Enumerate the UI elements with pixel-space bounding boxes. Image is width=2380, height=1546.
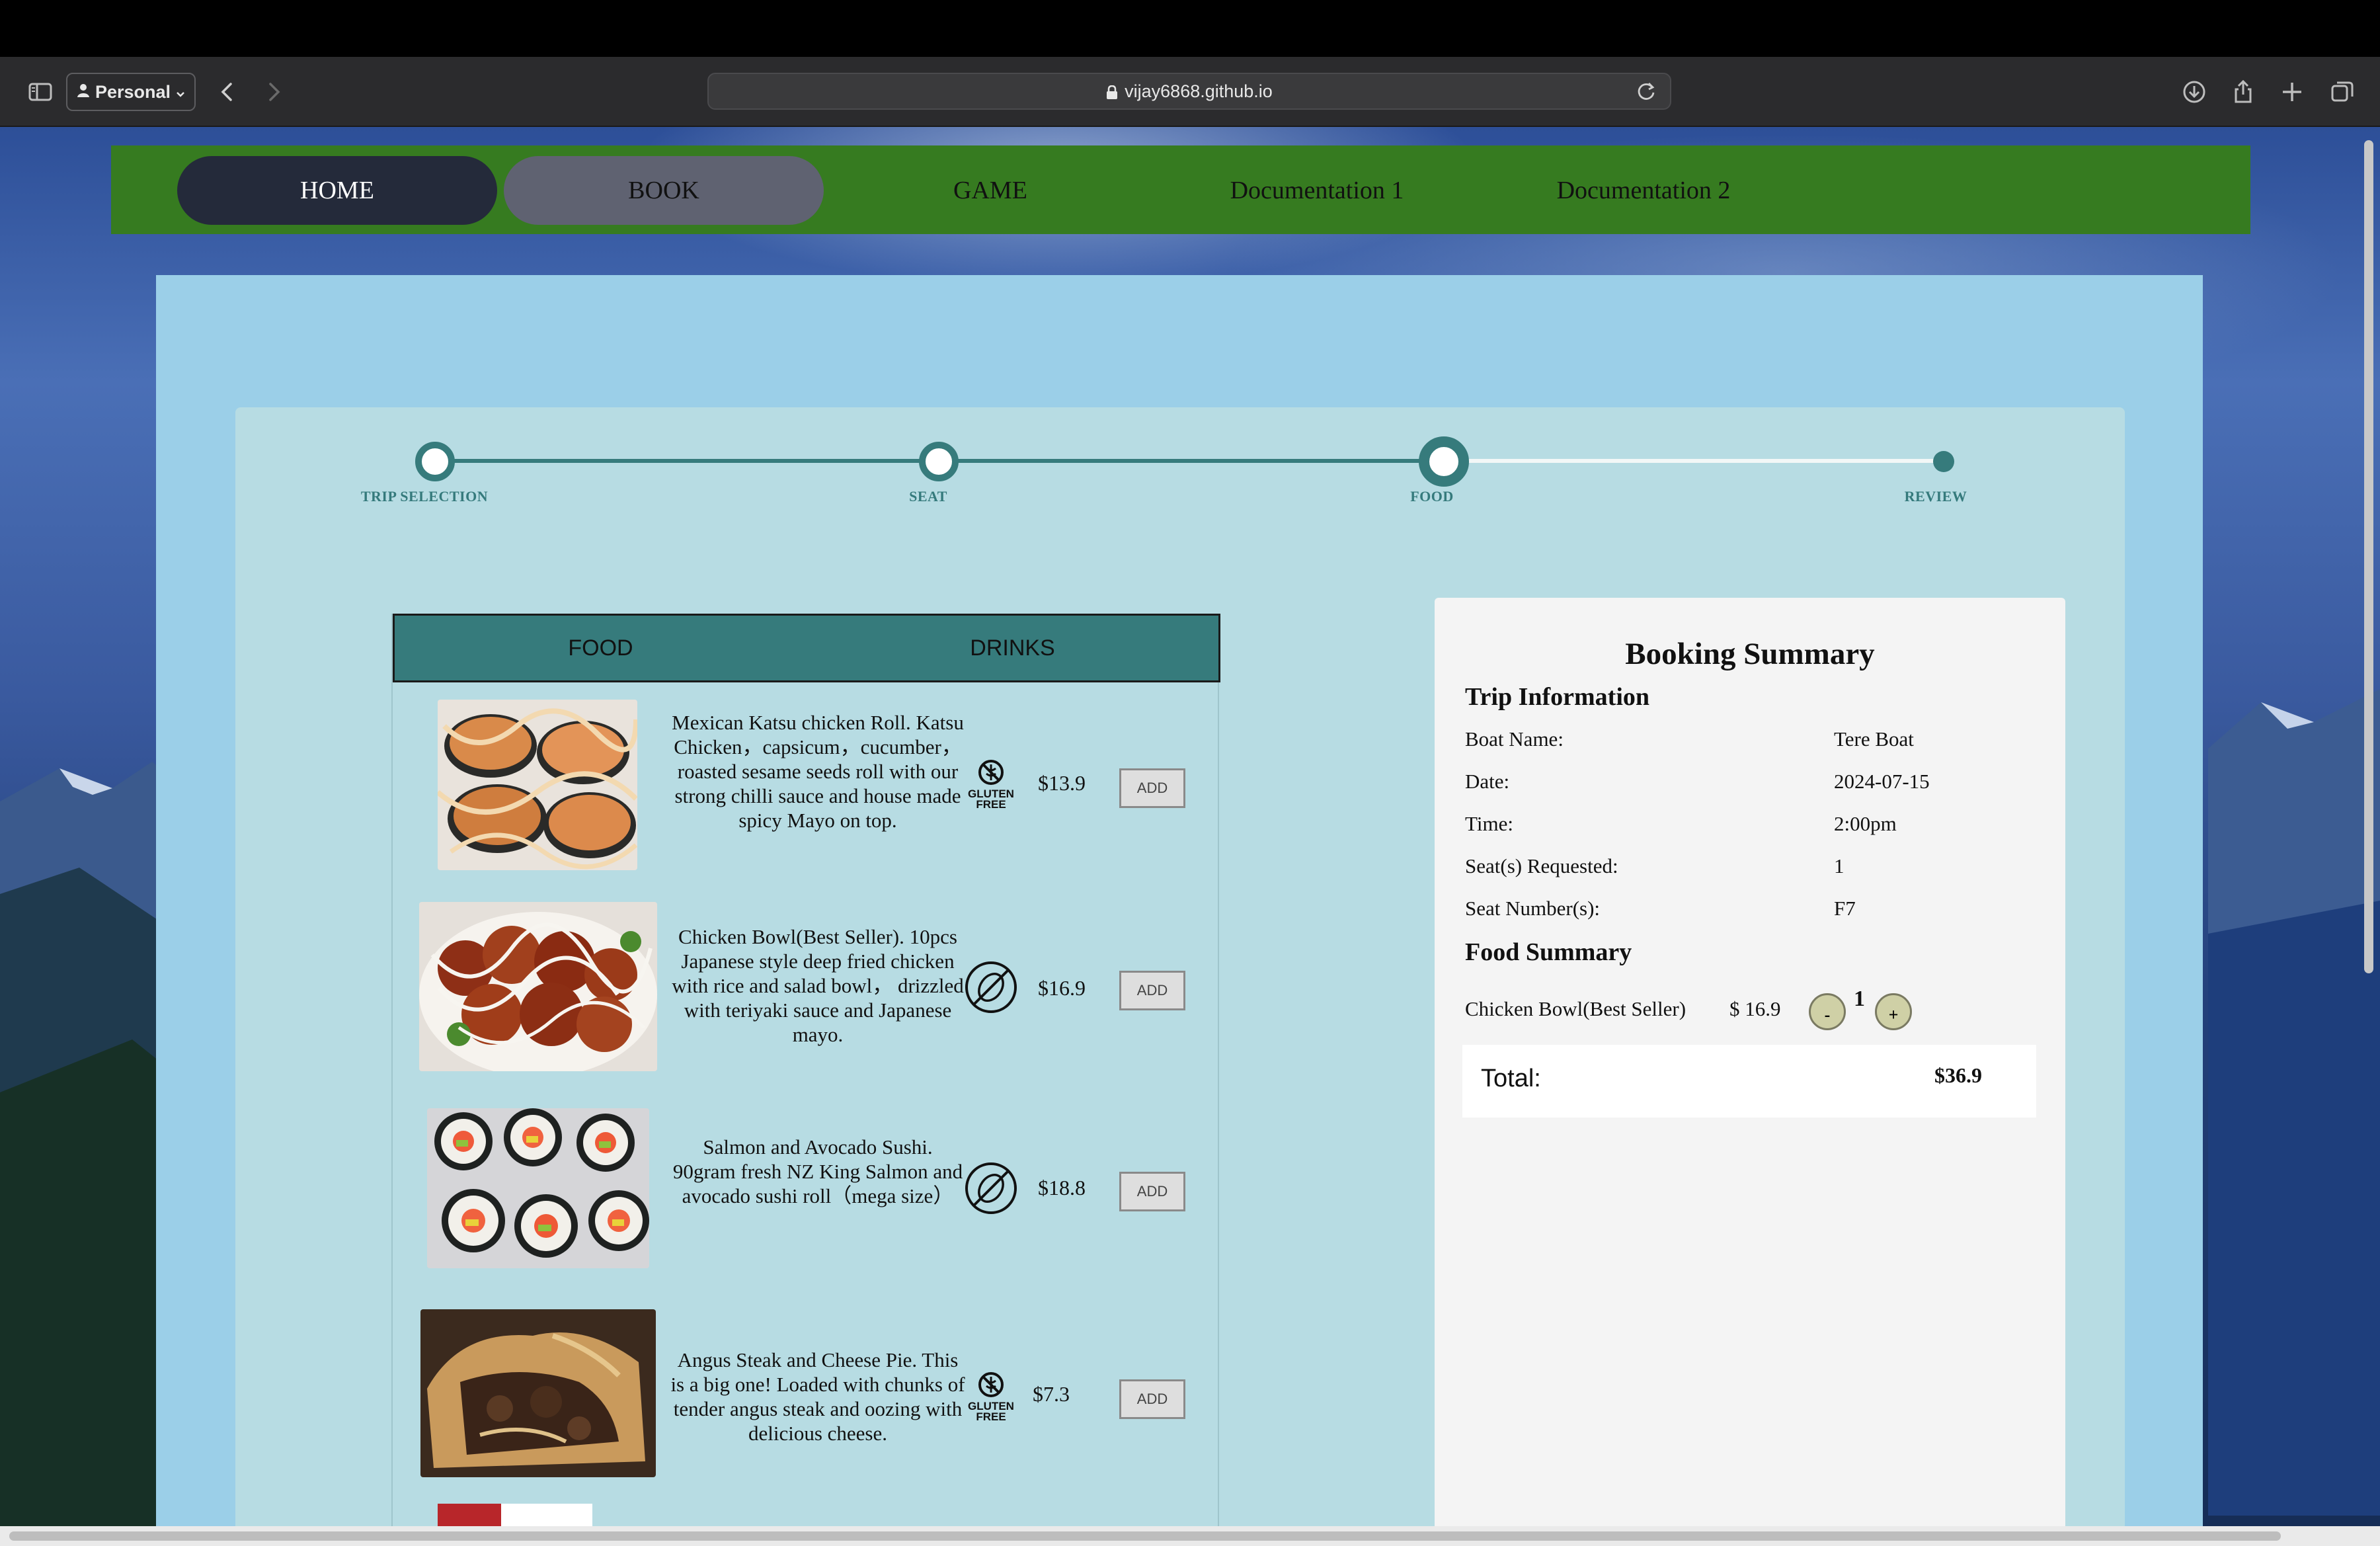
food-summary-item-quantity: 1 — [1854, 987, 1865, 1011]
chicken-bowl-description: Chicken Bowl(Best Seller). 10pcs Japanes… — [672, 925, 964, 1046]
total-box: Total: $36.9 — [1462, 1045, 2036, 1118]
salmon-sushi-price: $18.8 — [1038, 1176, 1086, 1200]
steak-pie-description: Angus Steak and Cheese Pie. This is a bi… — [670, 1348, 965, 1445]
step-label-trip-selection: TRIP SELECTION — [360, 488, 489, 505]
mountain-background-right — [2208, 689, 2380, 1516]
food-summary-item-price: $ 16.9 — [1729, 997, 1781, 1020]
food-summary-item-name: Chicken Bowl(Best Seller) — [1465, 997, 1686, 1020]
menu-tabs: FOOD DRINKS — [393, 614, 1220, 682]
decrease-quantity-button[interactable]: - — [1809, 993, 1846, 1030]
trip-information-heading: Trip Information — [1465, 683, 1650, 711]
step-dot-seat[interactable] — [919, 442, 959, 481]
back-icon[interactable] — [213, 77, 243, 107]
nav-documentation-2[interactable]: Documentation 2 — [1484, 156, 1804, 225]
add-salmon-sushi-button[interactable]: ADD — [1119, 1172, 1185, 1211]
no-nuts-icon — [963, 959, 1019, 1016]
menu-item-katsu-roll: Mexican Katsu chicken Roll. Katsu Chicke… — [393, 700, 1220, 885]
tabs-overview-icon[interactable] — [2327, 77, 2358, 107]
nav-home[interactable]: HOME — [177, 156, 497, 225]
menu-item-salmon-sushi: Salmon and Avocado Sushi. 90gram fresh N… — [393, 1108, 1220, 1293]
profile-label: Personal — [95, 81, 171, 102]
tab-food[interactable]: FOOD — [395, 616, 807, 680]
seat-numbers-label: Seat Number(s): — [1465, 897, 1601, 920]
tab-drinks[interactable]: DRINKS — [807, 616, 1218, 680]
menu-item-steak-pie: Angus Steak and Cheese Pie. This is a bi… — [393, 1309, 1220, 1494]
address-bar[interactable]: vijay6868.github.io — [707, 73, 1671, 110]
step-dot-review[interactable] — [1933, 451, 1954, 472]
seats-requested-label: Seat(s) Requested: — [1465, 854, 1618, 877]
gluten-free-text-2: FREE — [976, 1410, 1006, 1423]
chicken-bowl-image — [419, 902, 657, 1071]
steak-pie-price: $7.3 — [1033, 1382, 1070, 1406]
horizontal-scrollbar-track — [0, 1526, 2380, 1546]
nav-game[interactable]: GAME — [830, 156, 1150, 225]
summary-title: Booking Summary — [1625, 637, 1875, 671]
reload-icon[interactable] — [1634, 79, 1658, 103]
person-icon — [77, 82, 90, 102]
steak-pie-image — [420, 1309, 656, 1477]
lock-icon — [1106, 84, 1118, 99]
add-katsu-roll-button[interactable]: ADD — [1119, 768, 1185, 808]
seat-numbers-value: F7 — [1834, 897, 1856, 920]
main-navbar: HOME BOOK GAME Documentation 1 Documenta… — [111, 145, 2250, 234]
katsu-roll-description: Mexican Katsu chicken Roll. Katsu Chicke… — [672, 711, 964, 832]
nav-book[interactable]: BOOK — [504, 156, 824, 225]
vertical-scrollbar[interactable] — [2364, 140, 2373, 973]
salmon-sushi-image — [427, 1108, 649, 1268]
boat-name-value: Tere Boat — [1834, 727, 1914, 751]
step-dot-trip-selection[interactable] — [415, 442, 455, 481]
booking-summary-card: Booking Summary Trip Information Boat Na… — [1435, 598, 2065, 1546]
horizontal-scrollbar[interactable] — [9, 1531, 2281, 1541]
step-dot-food[interactable] — [1419, 436, 1469, 487]
progress-stepper: TRIP SELECTION SEAT FOOD REVIEW — [235, 407, 2125, 540]
time-label: Time: — [1465, 812, 1513, 835]
gluten-free-text-2: FREE — [976, 798, 1006, 811]
date-label: Date: — [1465, 770, 1510, 793]
gluten-free-icon: GLUTEN FREE — [963, 1367, 1019, 1424]
increase-quantity-button[interactable]: + — [1875, 993, 1912, 1030]
no-nuts-icon — [963, 1160, 1019, 1217]
share-icon[interactable] — [2228, 77, 2258, 107]
add-steak-pie-button[interactable]: ADD — [1119, 1379, 1185, 1419]
katsu-roll-price: $13.9 — [1038, 771, 1086, 795]
add-chicken-bowl-button[interactable]: ADD — [1119, 971, 1185, 1010]
food-summary-heading: Food Summary — [1465, 938, 1632, 966]
total-label: Total: — [1481, 1065, 1541, 1092]
url-text: vijay6868.github.io — [1125, 81, 1273, 101]
profile-button[interactable]: Personal — [66, 73, 196, 111]
boat-name-label: Boat Name: — [1465, 727, 1564, 751]
chicken-bowl-price: $16.9 — [1038, 976, 1086, 1000]
step-label-seat: SEAT — [909, 488, 947, 505]
time-value: 2:00pm — [1834, 812, 1897, 835]
seats-requested-value: 1 — [1834, 854, 1844, 877]
window-titlebar — [0, 0, 2380, 57]
step-label-food: FOOD — [1410, 488, 1454, 505]
download-icon[interactable] — [2179, 77, 2209, 107]
new-tab-icon[interactable] — [2277, 77, 2307, 107]
gluten-free-icon: GLUTEN FREE — [963, 755, 1019, 812]
stepper-line-pending — [1441, 459, 1944, 463]
sidebar-icon[interactable] — [25, 77, 56, 107]
menu-item-chicken-bowl: Chicken Bowl(Best Seller). 10pcs Japanes… — [393, 902, 1220, 1087]
salmon-sushi-description: Salmon and Avocado Sushi. 90gram fresh N… — [672, 1135, 963, 1207]
chevron-down-icon — [176, 82, 185, 102]
date-value: 2024-07-15 — [1834, 770, 1930, 793]
page-viewport: HOME BOOK GAME Documentation 1 Documenta… — [0, 127, 2380, 1546]
nav-documentation-1[interactable]: Documentation 1 — [1157, 156, 1477, 225]
total-value: $36.9 — [1934, 1063, 1982, 1087]
food-menu: FOOD DRINKS Mexican Katsu chicken Roll. … — [391, 614, 1220, 1546]
katsu-roll-image — [438, 700, 637, 870]
forward-icon[interactable] — [258, 77, 288, 107]
step-label-review: REVIEW — [1904, 488, 1967, 505]
